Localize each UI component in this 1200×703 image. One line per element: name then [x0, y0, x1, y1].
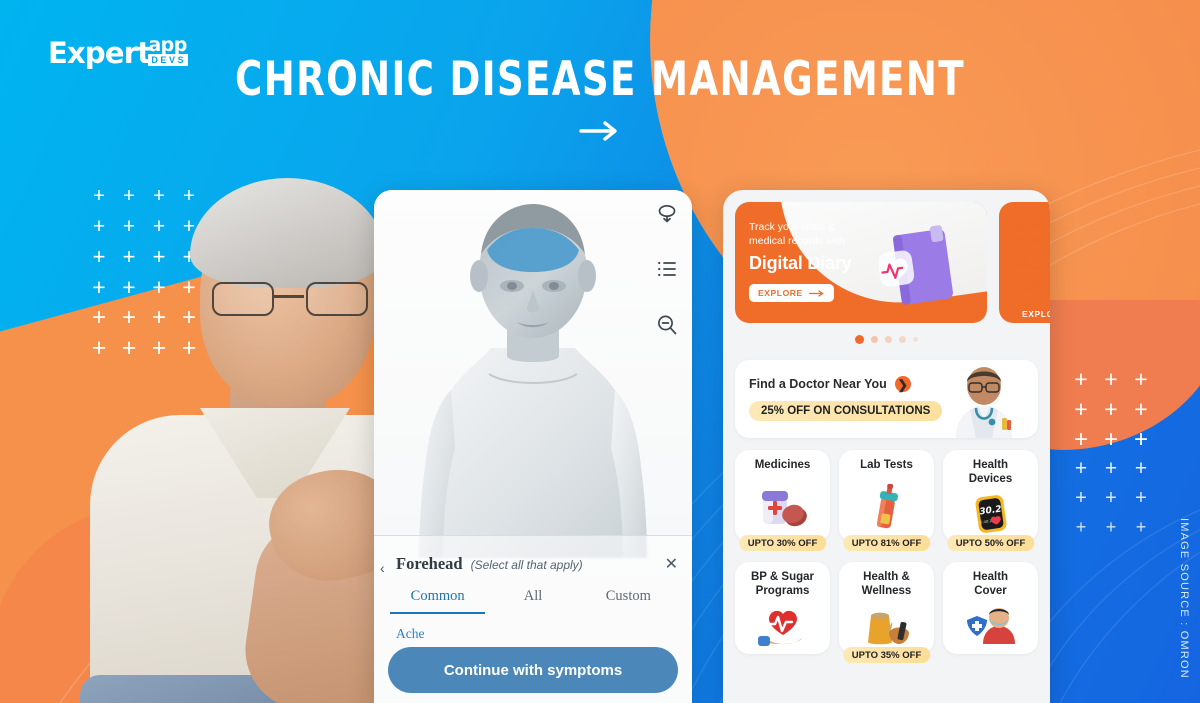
- carousel-dots[interactable]: [735, 335, 1038, 344]
- doctor-avatar: [956, 367, 1012, 438]
- tile-medicines[interactable]: Medicines UPTO 30% OFF: [735, 450, 830, 551]
- tile-offer-medicines: UPTO 30% OFF: [738, 535, 827, 551]
- plus-pattern-right: + + + + + + + + + + + + + + + + + +: [1073, 366, 1148, 537]
- model-toolbar[interactable]: [654, 200, 680, 338]
- tab-all[interactable]: All: [485, 588, 580, 614]
- tile-bp-sugar[interactable]: BP & Sugar Programs: [735, 562, 830, 654]
- close-icon[interactable]: ✕: [665, 554, 678, 574]
- headline-block: CHRONIC DISEASE MANAGEMENT: [0, 52, 1200, 142]
- find-doctor-title: Find a Doctor Near You: [749, 377, 887, 391]
- find-doctor-card[interactable]: Find a Doctor Near You ❯ 25% OFF ON CONS…: [735, 360, 1038, 438]
- tile-health-cover[interactable]: Health Cover: [943, 562, 1038, 654]
- smartwatch-icon: 30.2 05:48:29: [968, 487, 1014, 542]
- herbal-bag-icon: [859, 599, 915, 654]
- promo-card-medicine-reminder[interactable]: Never miss a dose on any day with Medici…: [999, 202, 1050, 323]
- promo2-line2: on any day with: [1013, 235, 1050, 248]
- explore-label: EXPLORE: [758, 288, 803, 299]
- consultation-offer-badge: 25% OFF ON CONSULTATIONS: [749, 401, 943, 421]
- sheet-title: Forehead: [396, 554, 463, 573]
- carousel-dot-3[interactable]: [885, 336, 892, 343]
- symptom-tabs[interactable]: Common All Custom: [374, 588, 692, 614]
- continue-button[interactable]: Continue with symptoms: [388, 647, 678, 693]
- sheet-subtitle: (Select all that apply): [470, 558, 583, 572]
- chevron-right-icon[interactable]: ❯: [894, 376, 911, 392]
- explore-button[interactable]: EXPLORE: [749, 284, 834, 303]
- tile-offer-health-wellness: UPTO 35% OFF: [842, 647, 931, 663]
- tab-common[interactable]: Common: [390, 588, 486, 614]
- promo2-headline-line2: Reminder: [1013, 274, 1050, 295]
- promo-card-digital-diary[interactable]: Track your vitals & medical records with…: [735, 202, 987, 323]
- tile-label-health-wellness: Health & Wellness: [861, 571, 912, 598]
- symptom-option-first[interactable]: Ache: [374, 614, 692, 642]
- tile-label-health-cover: Health Cover: [972, 571, 1009, 598]
- heart-in-hand-icon: [756, 599, 810, 654]
- arrow-right-icon: [0, 120, 1200, 142]
- shield-person-icon: [965, 599, 1017, 654]
- health-app[interactable]: Track your vitals & medical records with…: [723, 190, 1050, 703]
- carousel-dot-5[interactable]: [913, 337, 918, 342]
- list-icon[interactable]: [654, 256, 680, 282]
- promo2-headline-line1: Medicine: [1013, 253, 1050, 274]
- tile-label-bp-sugar: BP & Sugar Programs: [750, 571, 815, 598]
- poster-canvas: + + + + + + + + + + + + + + + + + + + + + + + + + + + + + + + +…: [0, 0, 1200, 703]
- explore-label-2: EXPLORE: [1022, 309, 1050, 320]
- page-title: CHRONIC DISEASE MANAGEMENT: [235, 52, 965, 107]
- rotate-icon[interactable]: [654, 200, 680, 226]
- tile-label-medicines: Medicines: [754, 459, 811, 471]
- carousel-dot-1[interactable]: [855, 335, 864, 344]
- category-tiles-row-2[interactable]: BP & Sugar Programs Health & Wellness UP…: [735, 562, 1038, 663]
- tile-label-lab-tests: Lab Tests: [860, 459, 913, 471]
- category-tiles-row-1[interactable]: Medicines UPTO 30% OFF Lab Tests UPTO 81…: [735, 450, 1038, 551]
- zoom-out-icon[interactable]: [654, 312, 680, 338]
- test-tube-icon: [862, 472, 912, 542]
- image-source-credit: IMAGE SOURCE : OMRON: [1178, 518, 1190, 679]
- tile-health-devices[interactable]: Health Devices 30.2 05:48:29 UPTO 50% OF…: [943, 450, 1038, 551]
- promo-carousel[interactable]: Track your vitals & medical records with…: [735, 202, 1050, 350]
- tab-custom[interactable]: Custom: [581, 588, 676, 614]
- tile-offer-lab-tests: UPTO 81% OFF: [842, 535, 931, 551]
- carousel-dot-4[interactable]: [899, 336, 906, 343]
- diary-icon: [879, 225, 953, 305]
- explore-button-2[interactable]: EXPLORE: [1013, 305, 1050, 323]
- promo2-line1: Never miss a dose: [1013, 221, 1050, 233]
- tile-lab-tests[interactable]: Lab Tests UPTO 81% OFF: [839, 450, 934, 551]
- arrow-right-icon: [808, 290, 824, 297]
- tile-health-wellness[interactable]: Health & Wellness UPTO 35% OFF: [839, 562, 934, 663]
- carousel-dot-2[interactable]: [871, 336, 878, 343]
- medicine-bottle-icon: [755, 472, 811, 542]
- chevron-left-icon[interactable]: ‹: [380, 560, 385, 576]
- symptom-checker-app[interactable]: ‹ ✕ Forehead (Select all that apply) Com…: [374, 190, 692, 703]
- tile-label-health-devices: Health Devices: [968, 459, 1013, 486]
- tile-offer-health-devices: UPTO 50% OFF: [946, 535, 1035, 551]
- body-model-3d[interactable]: [403, 198, 663, 558]
- symptom-sheet[interactable]: ‹ ✕ Forehead (Select all that apply) Com…: [374, 536, 692, 703]
